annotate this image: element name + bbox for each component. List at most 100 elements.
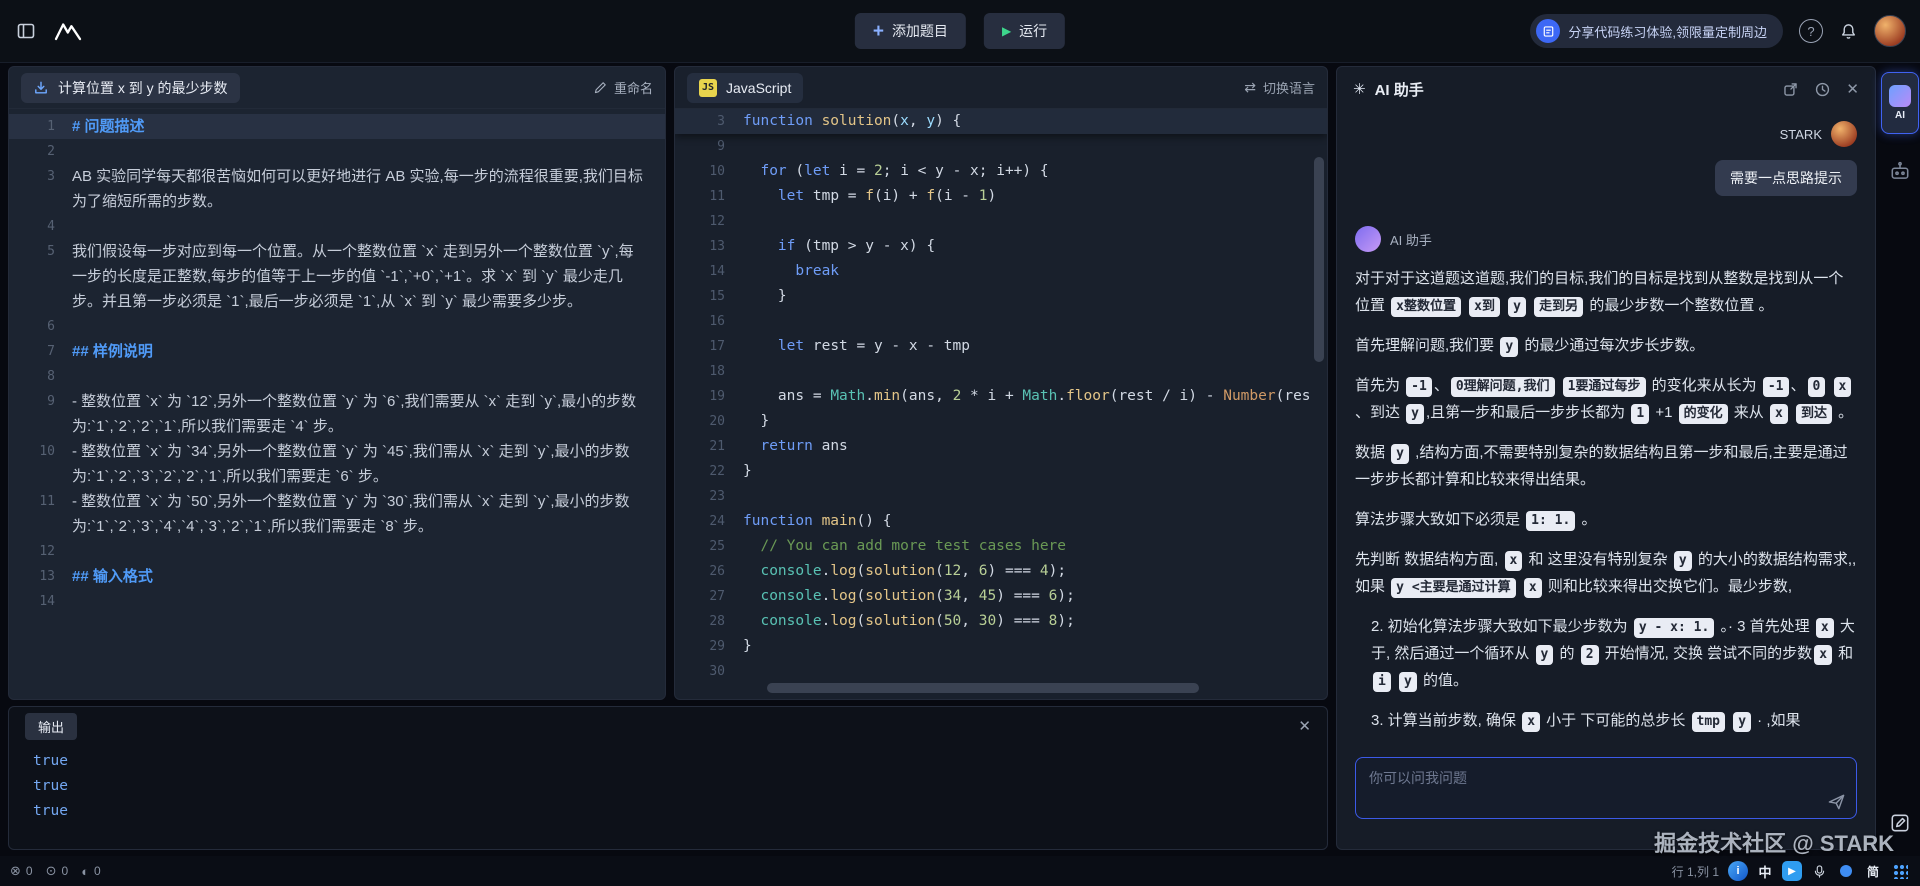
markdown-row[interactable]: 11 - 整数位置 `x` 为 `50`,另外一个整数位置 `y` 为 `30`,… bbox=[9, 489, 665, 539]
code-token: let bbox=[804, 163, 831, 179]
code-line[interactable]: 18 bbox=[675, 359, 1327, 384]
code-line[interactable]: 30 bbox=[675, 659, 1327, 684]
iflytek-input-icon[interactable]: i bbox=[1728, 861, 1748, 881]
vertical-scrollbar[interactable] bbox=[1314, 157, 1324, 362]
sticky-code-line[interactable]: 3 function solution(x, y) { bbox=[675, 109, 1327, 134]
close-icon[interactable]: ✕ bbox=[1846, 82, 1859, 97]
markdown-row[interactable]: 7 ## 样例说明 bbox=[9, 339, 665, 364]
dots-grid-icon[interactable] bbox=[1890, 861, 1910, 881]
code-line[interactable]: 13 if (tmp > y - x) { bbox=[675, 234, 1327, 259]
markdown-editor[interactable]: 1 # 问题描述 2 3 AB 实验同学每天都很苦恼如何可以更好地进行 AB 实验,每一… bbox=[9, 109, 665, 699]
markdown-row[interactable]: 1 # 问题描述 bbox=[9, 114, 665, 139]
code-line[interactable]: 9 bbox=[675, 134, 1327, 159]
send-icon[interactable] bbox=[1827, 792, 1846, 811]
warning-count[interactable]: ⊙ 0 bbox=[46, 863, 69, 879]
markdown-row[interactable]: 10 - 整数位置 `x` 为 `34`,另外一个整数位置 `y` 为 `45`,… bbox=[9, 439, 665, 489]
markdown-row[interactable]: 9 - 整数位置 `x` 为 `12`,另外一个整数位置 `y` 为 `6`,我们… bbox=[9, 389, 665, 439]
output-tab[interactable]: 输出 bbox=[25, 712, 78, 740]
code-line[interactable]: 26 console.log(solution(12, 6) === 4); bbox=[675, 559, 1327, 584]
code-line[interactable]: 29} bbox=[675, 634, 1327, 659]
promo-banner[interactable]: 分享代码练习体验,领限量定制周边 bbox=[1530, 14, 1783, 48]
line-number: 29 bbox=[709, 639, 725, 654]
ime-simplified-icon[interactable]: 简 bbox=[1863, 861, 1883, 881]
ai-assistant-toggle-button[interactable]: AI bbox=[1881, 72, 1919, 134]
code-line[interactable]: 11 let tmp = f(i) + f(i - 1) bbox=[675, 184, 1327, 209]
rename-button[interactable]: 重命名 bbox=[593, 78, 653, 97]
markdown-row[interactable]: 3 AB 实验同学每天都很苦恼如何可以更好地进行 AB 实验,每一步的流程很重要,… bbox=[9, 164, 665, 214]
code-line[interactable]: 20 } bbox=[675, 409, 1327, 434]
code-line[interactable]: 15 } bbox=[675, 284, 1327, 309]
code-line[interactable]: 16 bbox=[675, 309, 1327, 334]
inline-code-chip: x bbox=[1815, 618, 1834, 638]
inline-code-chip: y bbox=[1673, 551, 1692, 571]
code-editor[interactable]: 3 function solution(x, y) { 9 10 for (let … bbox=[675, 109, 1327, 699]
markdown-row[interactable]: 14 bbox=[9, 589, 665, 614]
code-text: } bbox=[743, 409, 1327, 434]
code-line[interactable]: 22} bbox=[675, 459, 1327, 484]
markdown-row[interactable]: 2 bbox=[9, 139, 665, 164]
ime-chinese-icon[interactable]: 中 bbox=[1755, 861, 1775, 881]
code-token: ans = bbox=[743, 388, 831, 404]
code-text: let tmp = f(i) + f(i - 1) bbox=[743, 184, 1327, 209]
code-token: 34 bbox=[943, 588, 962, 604]
code-line[interactable]: 23 bbox=[675, 484, 1327, 509]
code-line[interactable]: 24 function main() { bbox=[675, 509, 1327, 534]
code-token: function bbox=[743, 113, 813, 129]
microphone-icon[interactable] bbox=[1809, 861, 1829, 881]
switch-language-button[interactable]: ⇄ 切换语言 bbox=[1244, 78, 1315, 97]
code-token: log bbox=[830, 588, 857, 604]
code-token: floor bbox=[1066, 388, 1110, 404]
ai-panel-header: ✳ AI 助手 ✕ bbox=[1337, 67, 1875, 111]
user-avatar[interactable] bbox=[1874, 15, 1906, 47]
inline-code-chip: y bbox=[1406, 404, 1424, 424]
code-token: . bbox=[1057, 388, 1067, 404]
code-line[interactable]: 14 break bbox=[675, 259, 1327, 284]
assistant-message: 对于对于这道题这道题,我们的目标,我们的目标是找到从整数是找到从一个位置 x整数… bbox=[1355, 265, 1857, 734]
tab-javascript[interactable]: JS JavaScript bbox=[687, 72, 804, 103]
output-close-icon[interactable]: ✕ bbox=[1298, 717, 1311, 735]
code-line[interactable]: 10 for (let i = 2; i < y - x; i++) { bbox=[675, 159, 1327, 184]
history-icon[interactable] bbox=[1814, 81, 1831, 98]
cursor-position[interactable]: 行 1,列 1 bbox=[1672, 863, 1719, 880]
code-token: log bbox=[830, 613, 857, 629]
markdown-row[interactable]: 8 bbox=[9, 364, 665, 389]
juejin-logo-icon[interactable] bbox=[54, 20, 82, 42]
code-line[interactable]: 28 console.log(solution(50, 30) === 8); bbox=[675, 609, 1327, 634]
markdown-row[interactable]: 13 ## 输入格式 bbox=[9, 564, 665, 589]
markdown-row[interactable]: 4 bbox=[9, 214, 665, 239]
code-line[interactable]: 21 return ans bbox=[675, 434, 1327, 459]
add-problem-button[interactable]: + 添加题目 bbox=[854, 13, 966, 49]
blue-dot-icon[interactable] bbox=[1836, 861, 1856, 881]
help-icon[interactable]: ? bbox=[1799, 19, 1823, 43]
error-count[interactable]: ⊗ 0 bbox=[10, 863, 33, 879]
code-line[interactable]: 19 ans = Math.min(ans, 2 * i + Math.floo… bbox=[675, 384, 1327, 409]
chat-area: STARK 需要一点思路提示 AI 助手 对于对于这道题这道题,我们的目标,我们… bbox=[1337, 111, 1875, 745]
code-text: } bbox=[743, 284, 1327, 309]
markdown-row[interactable]: 5 我们假设每一步对应到每一个位置。从一个整数位置 `x` 走到另外一个整数位置 … bbox=[9, 239, 665, 314]
code-token: 6 bbox=[978, 563, 988, 579]
code-line[interactable]: 25 // You can add more test cases here bbox=[675, 534, 1327, 559]
robot-plugin-icon[interactable] bbox=[1889, 160, 1911, 182]
run-button[interactable]: ▶ 运行 bbox=[983, 13, 1066, 49]
markdown-row[interactable]: 6 bbox=[9, 314, 665, 339]
code-line[interactable]: 12 bbox=[675, 209, 1327, 234]
output-line: true bbox=[33, 753, 68, 769]
collapse-sidebar-icon[interactable] bbox=[16, 21, 36, 41]
info-count[interactable]: ◐ 0 bbox=[81, 864, 101, 879]
problem-panel-header: 计算位置 x 到 y 的最少步数 重命名 bbox=[9, 67, 665, 109]
horizontal-scrollbar[interactable] bbox=[767, 683, 1199, 693]
code-token: 2 bbox=[952, 388, 962, 404]
bell-icon[interactable] bbox=[1839, 22, 1858, 41]
problem-title-chip[interactable]: 计算位置 x 到 y 的最少步数 bbox=[21, 72, 240, 103]
chat-input[interactable]: 你可以问我问题 bbox=[1355, 757, 1857, 819]
code-line[interactable]: 27 console.log(solution(34, 45) === 6); bbox=[675, 584, 1327, 609]
chat-user-avatar[interactable] bbox=[1831, 121, 1857, 147]
code-token: y bbox=[926, 113, 936, 129]
markdown-row[interactable]: 12 bbox=[9, 539, 665, 564]
markdown-text bbox=[72, 589, 665, 614]
bird-app-icon[interactable]: ▶ bbox=[1782, 861, 1802, 881]
output-panel: 输出 ✕ true true true bbox=[8, 706, 1328, 850]
share-icon[interactable] bbox=[1782, 81, 1799, 98]
inline-code-chip: x整数位置 bbox=[1391, 297, 1461, 317]
code-line[interactable]: 17 let rest = y - x - tmp bbox=[675, 334, 1327, 359]
